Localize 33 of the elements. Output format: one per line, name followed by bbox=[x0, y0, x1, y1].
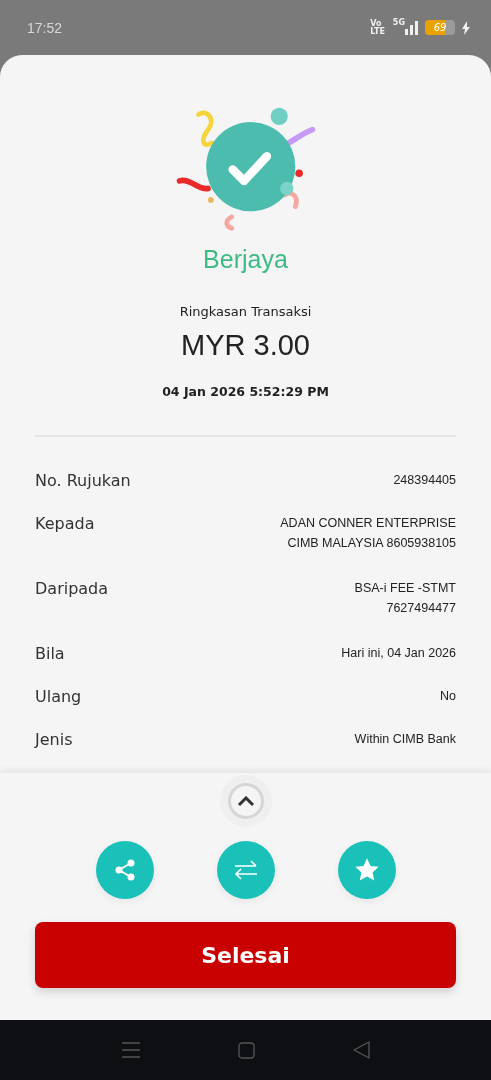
battery-indicator: 69 bbox=[425, 20, 455, 35]
detail-value: 248394405 bbox=[393, 473, 456, 487]
detail-label: Bila bbox=[35, 644, 65, 663]
summary-label: Ringkasan Transaksi bbox=[179, 304, 312, 320]
detail-value: BSA-i FEE -STMT bbox=[354, 581, 456, 595]
share-button[interactable] bbox=[95, 841, 154, 899]
swap-arrows-icon bbox=[232, 858, 259, 882]
detail-value: Hari ini, 04 Jan 2026 bbox=[341, 646, 456, 660]
detail-label: Kepada bbox=[35, 514, 95, 533]
detail-label: Daripada bbox=[35, 579, 109, 598]
detail-label: Ulang bbox=[35, 687, 82, 706]
home-icon[interactable] bbox=[237, 1041, 255, 1059]
status-title: Berjaya bbox=[203, 245, 288, 275]
transaction-datetime: 04 Jan 2026 5:52:29 PM bbox=[162, 384, 329, 400]
menu-icon[interactable] bbox=[121, 1042, 140, 1058]
network-type: 5G bbox=[392, 18, 405, 27]
signal-icon bbox=[405, 20, 419, 35]
detail-value: ADAN CONNER ENTERPRISE bbox=[280, 516, 456, 530]
detail-label: Jenis bbox=[35, 730, 73, 749]
detail-value: CIMB MALAYSIA 8605938105 bbox=[287, 536, 456, 550]
favourite-button[interactable] bbox=[337, 841, 396, 899]
detail-label: No. Rujukan bbox=[35, 471, 131, 490]
currency: MYR bbox=[181, 329, 246, 363]
clock-time: 17:52 bbox=[27, 19, 64, 36]
done-button[interactable]: Selesai bbox=[35, 922, 456, 988]
amount: 3.00 bbox=[253, 329, 310, 363]
detail-value: Within CIMB Bank bbox=[354, 732, 456, 746]
chevron-up-icon bbox=[236, 795, 255, 807]
volte-indicator: Vo LTE bbox=[370, 19, 385, 36]
back-icon[interactable] bbox=[352, 1041, 370, 1059]
repeat-button[interactable] bbox=[216, 841, 275, 899]
detail-value: No bbox=[440, 689, 456, 703]
detail-value: 7627494477 bbox=[386, 601, 456, 615]
